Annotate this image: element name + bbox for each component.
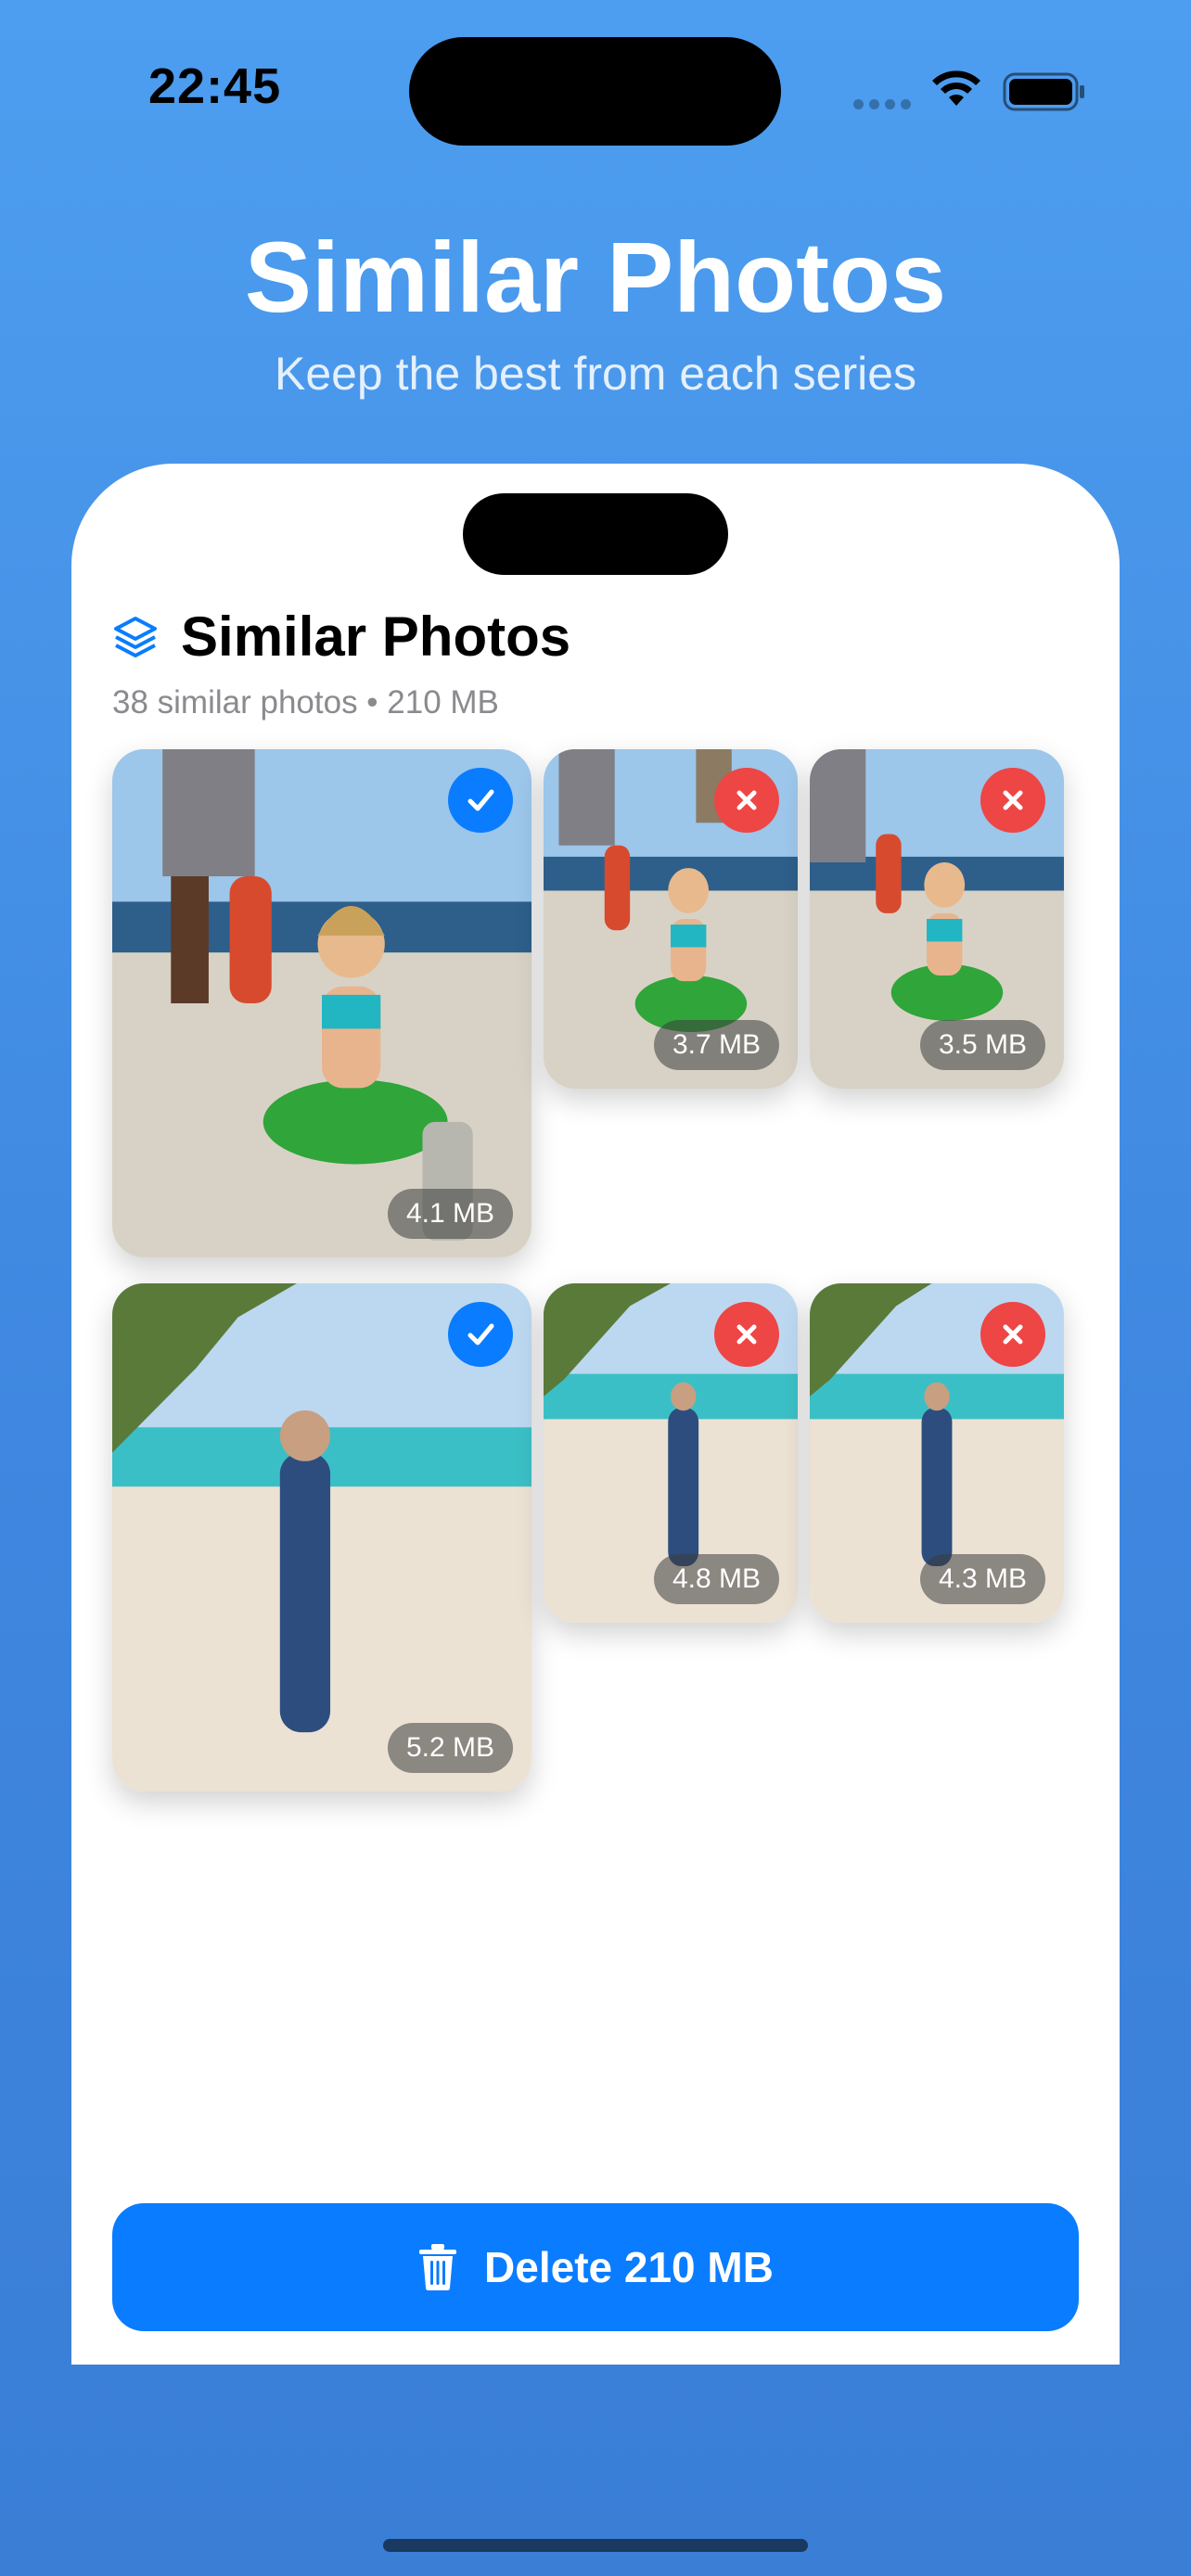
file-size-badge: 3.5 MB: [919, 1020, 1045, 1070]
remove-x-icon[interactable]: [980, 1302, 1045, 1367]
wifi-icon: [932, 70, 980, 106]
remove-x-icon[interactable]: [714, 1302, 779, 1367]
section-title: Similar Photos: [181, 606, 571, 668]
cellular-signal-icon: [853, 99, 911, 109]
stack-icon: [114, 616, 157, 657]
selected-check-icon[interactable]: [448, 1302, 513, 1367]
home-indicator[interactable]: [383, 2539, 808, 2552]
photo-thumbnail[interactable]: 3.5 MB: [810, 749, 1064, 1089]
delete-button[interactable]: Delete 210 MB: [112, 2203, 1079, 2331]
photo-thumbnail[interactable]: 3.7 MB: [544, 749, 798, 1089]
selected-check-icon[interactable]: [448, 768, 513, 833]
hero-subtitle: Keep the best from each series: [274, 348, 917, 400]
photo-thumbnail[interactable]: 4.8 MB: [544, 1283, 798, 1623]
inner-dynamic-island: [463, 493, 728, 575]
phone-mockup: Similar Photos 38 similar photos • 210 M…: [71, 464, 1120, 2365]
photo-thumbnail[interactable]: 4.3 MB: [810, 1283, 1064, 1623]
section-subtitle: 38 similar photos • 210 MB: [112, 684, 499, 721]
photo-thumbnail[interactable]: 5.2 MB: [112, 1283, 531, 1792]
dynamic-island: [409, 37, 781, 146]
battery-icon: [1003, 72, 1084, 111]
trash-icon: [419, 2244, 457, 2290]
section-header: Similar Photos: [112, 605, 570, 669]
file-size-badge: 4.8 MB: [653, 1554, 779, 1604]
file-size-badge: 4.1 MB: [387, 1189, 513, 1239]
photo-thumbnail[interactable]: 4.1 MB: [112, 749, 531, 1257]
status-time: 22:45: [148, 58, 282, 114]
file-size-badge: 3.7 MB: [653, 1020, 779, 1070]
remove-x-icon[interactable]: [714, 768, 779, 833]
file-size-badge: 4.3 MB: [919, 1554, 1045, 1604]
file-size-badge: 5.2 MB: [387, 1723, 513, 1773]
delete-button-label: Delete 210 MB: [484, 2243, 774, 2291]
remove-x-icon[interactable]: [980, 768, 1045, 833]
hero-title: Similar Photos: [244, 221, 947, 333]
